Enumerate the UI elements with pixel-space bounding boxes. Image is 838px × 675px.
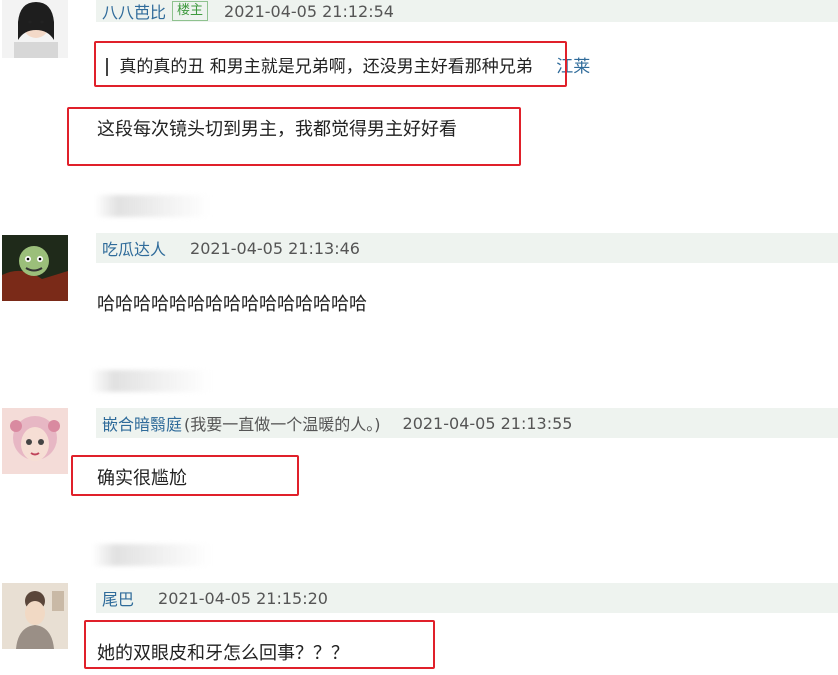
timestamp: 2021-04-05 21:12:54 [224,1,394,21]
username[interactable]: 吃瓜达人 [102,236,166,260]
comment-meta: 嵌合暗翳庭 (我要一直做一个温暖的人。) 2021-04-05 21:13:55 [96,408,838,438]
highlight-box [67,107,521,166]
timestamp: 2021-04-05 21:13:46 [190,238,360,258]
highlight-box [94,41,567,87]
avatar[interactable] [2,0,68,58]
username[interactable]: 嵌合暗翳庭 [102,411,182,435]
avatar[interactable] [2,583,68,649]
highlight-box [71,455,299,496]
blurred-footer [92,544,210,566]
timestamp: 2021-04-05 21:15:20 [158,588,328,608]
blurred-footer [90,370,210,392]
avatar[interactable] [2,235,68,301]
user-signature: (我要一直做一个温暖的人。) [184,415,381,434]
comment-meta: 吃瓜达人 2021-04-05 21:13:46 [96,233,838,263]
comment-meta: 八八芭比 楼主 2021-04-05 21:12:54 [96,0,838,22]
comment-meta: 尾巴 2021-04-05 21:15:20 [96,583,838,613]
avatar[interactable] [2,408,68,474]
comment-content: 哈哈哈哈哈哈哈哈哈哈哈哈哈哈哈 [97,294,367,315]
op-badge: 楼主 [172,1,209,21]
username[interactable]: 尾巴 [102,586,134,610]
timestamp: 2021-04-05 21:13:55 [402,413,573,433]
username[interactable]: 八八芭比 [102,0,166,23]
blurred-footer [95,195,210,217]
highlight-box [84,620,435,669]
